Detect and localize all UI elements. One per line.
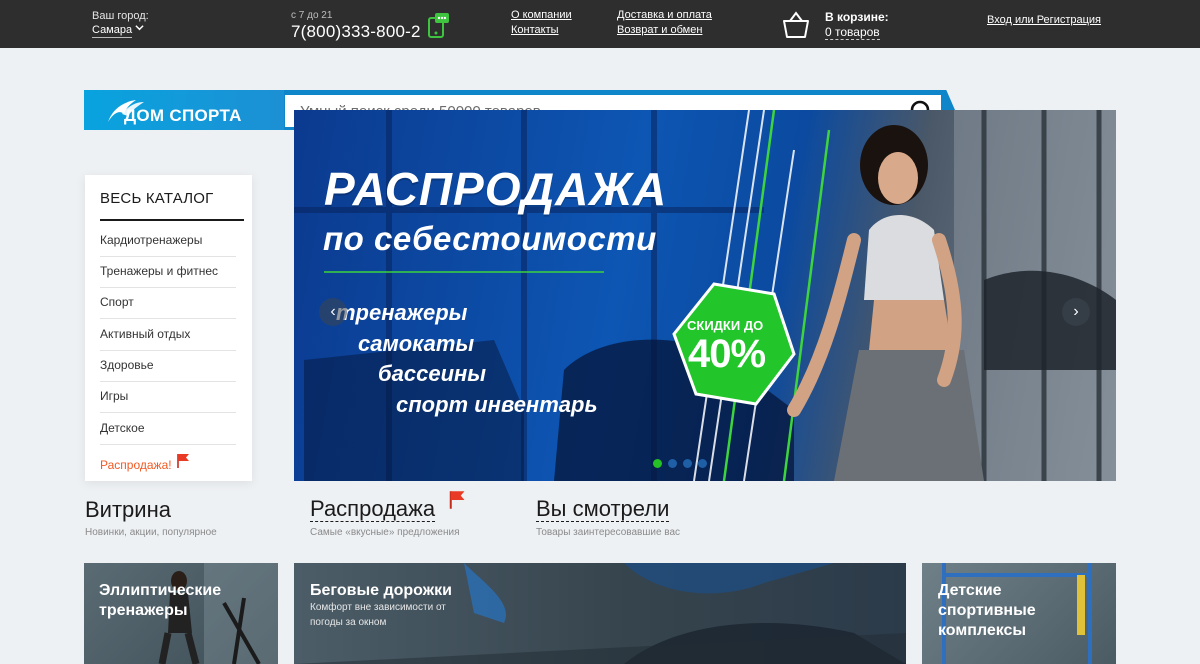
catalog-divider (100, 219, 244, 221)
badge-discount-value: 40% (688, 332, 766, 376)
cart-title: В корзине: (825, 10, 889, 24)
banner-subtitle: по себестоимости (323, 220, 657, 257)
login-register-link[interactable]: Вход или Регистрация (987, 14, 1101, 26)
catalog-item-sport[interactable]: Спорт (100, 287, 236, 319)
tile-kids-complexes[interactable]: Детские спортивные комплексы (922, 563, 1116, 664)
catalog-item-kids[interactable]: Детское (100, 413, 236, 445)
tile-treadmills[interactable]: Беговые дорожки Комфорт вне зависимости … (294, 563, 906, 664)
banner-next-arrow-icon[interactable]: › (1062, 298, 1090, 326)
tab-showcase[interactable]: Витрина (85, 497, 171, 523)
phone-chat-icon[interactable] (428, 12, 450, 38)
catalog-item-sale[interactable]: Распродажа! (100, 450, 236, 481)
link-about[interactable]: О компании (511, 9, 572, 21)
link-delivery[interactable]: Доставка и оплата (617, 9, 712, 21)
tile-elliptical-title: Эллиптические тренажеры (99, 582, 222, 619)
flag-icon (177, 453, 189, 468)
banner-title: РАСПРОДАЖА (324, 163, 668, 215)
link-contacts[interactable]: Контакты (511, 24, 559, 36)
tile-elliptical[interactable]: Эллиптические тренажеры (84, 563, 278, 664)
catalog-title[interactable]: ВЕСЬ КАТАЛОГ (100, 190, 213, 207)
link-returns[interactable]: Возврат и обмен (617, 24, 702, 36)
top-bar: Ваш город: Самара с 7 до 21 7(800)333-80… (0, 0, 1200, 48)
banner-line-2: самокаты (358, 331, 475, 356)
slider-dot-3[interactable] (683, 459, 692, 468)
tile-treadmills-title: Беговые дорожки (310, 582, 452, 599)
tab-viewed[interactable]: Вы смотрели (536, 497, 670, 522)
slider-dot-1[interactable] (653, 459, 662, 468)
catalog-item-games[interactable]: Игры (100, 381, 236, 413)
banner-line-4: спорт инвентарь (396, 392, 598, 417)
city-label: Ваш город: (92, 10, 149, 22)
tab-sale-subtitle: Самые «вкусные» предложения (310, 527, 460, 538)
tile-treadmills-subtitle: Комфорт вне зависимости от погоды за окн… (310, 602, 446, 628)
slider-dot-2[interactable] (668, 459, 677, 468)
hero-banner[interactable]: РАСПРОДАЖА по себестоимости тренажеры са… (294, 110, 1116, 481)
catalog-item-cardio[interactable]: Кардиотренажеры (100, 225, 236, 257)
city-selector[interactable]: Самара (92, 24, 133, 38)
banner-line-1: тренажеры (336, 300, 468, 325)
slider-dot-4[interactable] (698, 459, 707, 468)
tab-sale[interactable]: Распродажа (310, 497, 436, 522)
catalog-item-outdoor[interactable]: Активный отдых (100, 319, 236, 351)
banner-line-3: бассеины (378, 361, 487, 386)
tab-viewed-subtitle: Товары заинтересовавшие вас (536, 527, 681, 538)
catalog-sale-label: Распродажа! (100, 458, 172, 472)
banner-prev-arrow-icon[interactable]: ‹ (319, 298, 347, 326)
badge-discount-label: СКИДКИ ДО (687, 318, 764, 333)
basket-icon[interactable] (781, 9, 811, 39)
tab-showcase-subtitle: Новинки, акции, популярное (85, 527, 217, 538)
catalog-menu: ВЕСЬ КАТАЛОГ Кардиотренажеры Тренажеры и… (85, 175, 252, 481)
catalog-item-health[interactable]: Здоровье (100, 350, 236, 382)
working-hours: с 7 до 21 (291, 10, 333, 21)
chevron-down-icon[interactable] (135, 23, 144, 35)
logo-text[interactable]: ДОМ СПОРТА (124, 106, 242, 126)
catalog-item-fitness[interactable]: Тренажеры и фитнес (100, 256, 236, 288)
flag-icon (449, 491, 465, 509)
cart-count[interactable]: 0 товаров (825, 25, 880, 40)
phone-number[interactable]: 7(800)333-800-2 (291, 22, 421, 42)
tile-kids-title: Детские спортивные комплексы (938, 582, 1036, 639)
